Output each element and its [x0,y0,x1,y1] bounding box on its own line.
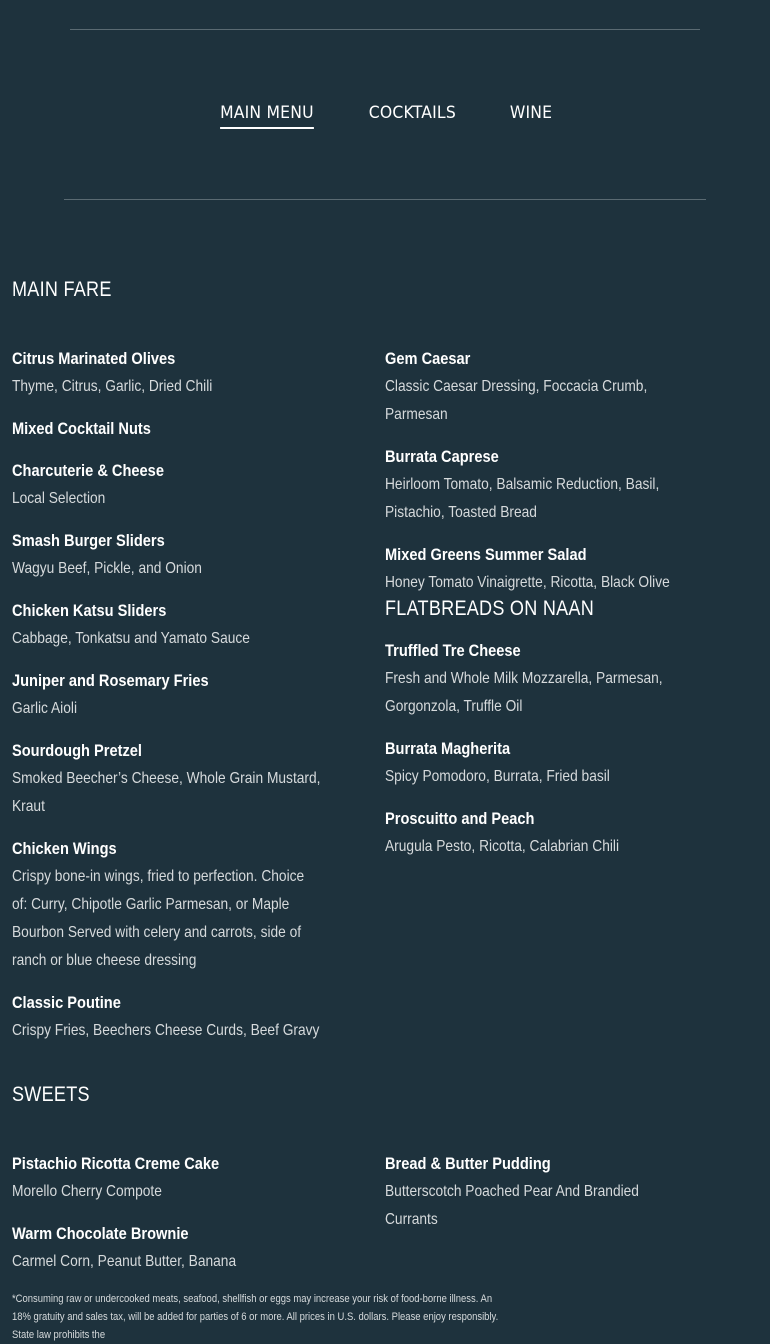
flatbreads-column: Truffled Tre Cheese Fresh and Whole Milk… [385,637,760,875]
sweets-left-column: Pistachio Ricotta Creme Cake Morello Che… [12,1150,387,1290]
item-description: Honey Tomato Vinaigrette, Ricotta, Black… [385,574,670,591]
menu-item: Charcuterie & Cheese Local Selection [12,457,387,513]
item-name: Bread & Butter Pudding [385,1154,551,1173]
menu-item: Citrus Marinated Olives Thyme, Citrus, G… [12,345,387,401]
tabs-divider [64,199,706,200]
menu-item: Truffled Tre Cheese Fresh and Whole Milk… [385,637,760,721]
item-name: Classic Poutine [12,993,121,1012]
item-name: Warm Chocolate Brownie [12,1224,189,1243]
item-name: Charcuterie & Cheese [12,461,164,480]
item-description: Cabbage, Tonkatsu and Yamato Sauce [12,630,250,647]
item-name: Sourdough Pretzel [12,741,142,760]
tab-main-menu[interactable]: MAIN MENU [219,103,314,129]
main-fare-right-column: Gem Caesar Classic Caesar Dressing, Focc… [385,345,760,611]
menu-item: Chicken Wings Crispy bone-in wings, frie… [12,835,387,975]
item-name: Smash Burger Sliders [12,531,165,550]
item-description: Crispy Fries, Beechers Cheese Curds, Bee… [12,1022,320,1039]
item-description: Carmel Corn, Peanut Butter, Banana [12,1253,237,1270]
item-name: Truffled Tre Cheese [385,641,521,660]
menu-item: Sourdough Pretzel Smoked Beecher’s Chees… [12,737,387,821]
menu-item: Warm Chocolate Brownie Carmel Corn, Pean… [12,1220,387,1276]
item-name: Proscuitto and Peach [385,809,535,828]
menu-item: Mixed Greens Summer Salad Honey Tomato V… [385,541,760,597]
tab-cocktails[interactable]: COCKTAILS [369,103,456,129]
item-name: Chicken Katsu Sliders [12,601,167,620]
item-name: Juniper and Rosemary Fries [12,671,209,690]
menu-tabs: MAIN MENU COCKTAILS WINE [0,103,770,129]
item-name: Chicken Wings [12,839,117,858]
item-description: Smoked Beecher’s Cheese, Whole Grain Mus… [12,770,321,815]
sweets-right-column: Bread & Butter Pudding Butterscotch Poac… [385,1150,760,1248]
item-description: Morello Cherry Compote [12,1183,162,1200]
menu-item: Proscuitto and Peach Arugula Pesto, Rico… [385,805,760,861]
item-name: Citrus Marinated Olives [12,349,176,368]
disclaimer-footnote: *Consuming raw or undercooked meats, sea… [12,1293,499,1341]
item-description: Arugula Pesto, Ricotta, Calabrian Chili [385,838,620,855]
section-title-sweets: SWEETS [12,1083,90,1106]
menu-item: Burrata Caprese Heirloom Tomato, Balsami… [385,443,760,527]
item-name: Burrata Caprese [385,447,499,466]
item-description: Heirloom Tomato, Balsamic Reduction, Bas… [385,476,660,521]
menu-item: Burrata Magherita Spicy Pomodoro, Burrat… [385,735,760,791]
item-description: Fresh and Whole Milk Mozzarella, Parmesa… [385,670,663,715]
item-description: Spicy Pomodoro, Burrata, Fried basil [385,768,610,785]
section-title-flatbreads: FLATBREADS ON NAAN [385,597,595,620]
item-name: Mixed Greens Summer Salad [385,545,587,564]
item-description: Garlic Aioli [12,700,77,717]
item-description: Thyme, Citrus, Garlic, Dried Chili [12,378,213,395]
item-name: Gem Caesar [385,349,471,368]
menu-item: Smash Burger Sliders Wagyu Beef, Pickle,… [12,527,387,583]
menu-item: Juniper and Rosemary Fries Garlic Aioli [12,667,387,723]
menu-item: Mixed Cocktail Nuts [12,415,387,443]
item-description: Local Selection [12,490,106,507]
item-description: Butterscotch Poached Pear And Brandied C… [385,1183,639,1228]
item-description: Wagyu Beef, Pickle, and Onion [12,560,202,577]
item-name: Mixed Cocktail Nuts [12,419,151,438]
main-fare-left-column: Citrus Marinated Olives Thyme, Citrus, G… [12,345,387,1059]
item-name: Pistachio Ricotta Creme Cake [12,1154,220,1173]
item-name: Burrata Magherita [385,739,511,758]
item-description: Crispy bone-in wings, fried to perfectio… [12,868,305,969]
menu-item: Pistachio Ricotta Creme Cake Morello Che… [12,1150,387,1206]
top-divider [70,29,700,30]
menu-item: Classic Poutine Crispy Fries, Beechers C… [12,989,387,1045]
section-title-main-fare: MAIN FARE [12,278,112,301]
tab-wine[interactable]: WINE [510,103,552,129]
menu-item: Gem Caesar Classic Caesar Dressing, Focc… [385,345,760,429]
menu-item: Chicken Katsu Sliders Cabbage, Tonkatsu … [12,597,387,653]
menu-item: Bread & Butter Pudding Butterscotch Poac… [385,1150,760,1234]
item-description: Classic Caesar Dressing, Foccacia Crumb,… [385,378,648,423]
